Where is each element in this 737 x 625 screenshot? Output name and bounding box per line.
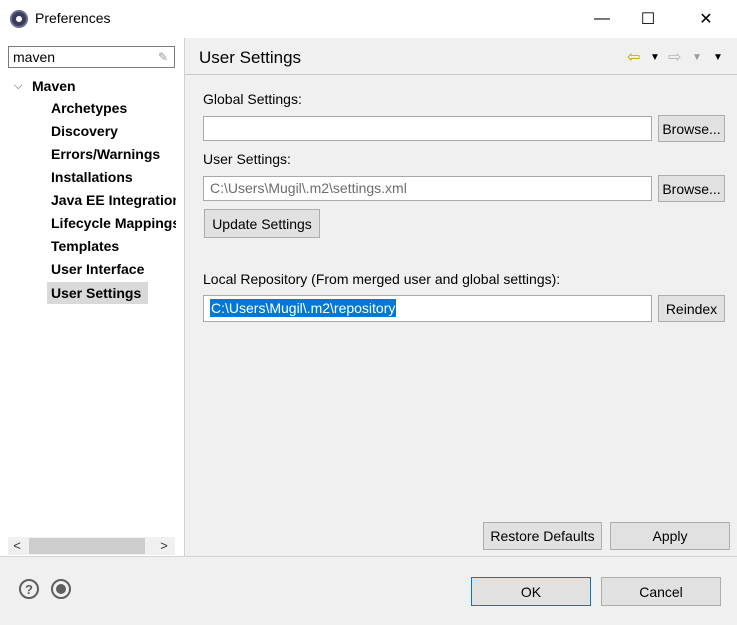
close-button[interactable]: ✕ bbox=[683, 0, 729, 38]
apply-button[interactable]: Apply bbox=[610, 522, 730, 550]
tree-item-errors-warnings[interactable]: Errors/Warnings bbox=[51, 144, 176, 164]
local-repository-label: Local Repository (From merged user and g… bbox=[203, 271, 561, 287]
global-settings-label: Global Settings: bbox=[203, 91, 302, 107]
local-repository-field[interactable]: C:\Users\Mugil\.m2\repository bbox=[203, 295, 652, 322]
restore-defaults-button[interactable]: Restore Defaults bbox=[483, 522, 602, 550]
record-dot bbox=[56, 584, 66, 594]
tree-item-user-settings[interactable]: User Settings bbox=[51, 283, 148, 303]
header-separator bbox=[185, 74, 737, 75]
ok-button[interactable]: OK bbox=[471, 577, 591, 606]
tree-item-maven[interactable]: Maven bbox=[32, 76, 76, 96]
scrollbar-thumb[interactable] bbox=[29, 538, 145, 554]
filter-input[interactable] bbox=[13, 49, 153, 65]
tree-item-discovery[interactable]: Discovery bbox=[51, 121, 176, 141]
cancel-button[interactable]: Cancel bbox=[601, 577, 721, 606]
user-settings-field[interactable]: C:\Users\Mugil\.m2\settings.xml bbox=[203, 176, 652, 201]
window-title: Preferences bbox=[35, 10, 111, 26]
forward-dropdown-icon[interactable]: ▼ bbox=[692, 49, 702, 67]
reindex-button[interactable]: Reindex bbox=[658, 295, 725, 322]
update-settings-button[interactable]: Update Settings bbox=[204, 209, 320, 238]
tree-item-lifecycle-mappings[interactable]: Lifecycle Mappings bbox=[51, 213, 176, 233]
user-browse-button[interactable]: Browse... bbox=[658, 175, 725, 202]
page-title: User Settings bbox=[199, 48, 302, 67]
forward-arrow-icon[interactable]: ⇨ bbox=[668, 49, 681, 67]
chevron-down-icon[interactable]: ⌵ bbox=[14, 80, 26, 92]
clear-filter-icon[interactable]: ✎ bbox=[158, 50, 170, 64]
tree-item-user-interface[interactable]: User Interface bbox=[51, 259, 176, 279]
eclipse-app-icon bbox=[10, 10, 28, 28]
minimize-button[interactable]: — bbox=[579, 0, 625, 38]
local-repository-value: C:\Users\Mugil\.m2\repository bbox=[210, 299, 397, 317]
scroll-left-icon[interactable]: < bbox=[8, 537, 26, 555]
scroll-right-icon[interactable]: > bbox=[155, 537, 173, 555]
view-menu-icon[interactable]: ▼ bbox=[713, 49, 723, 67]
record-icon[interactable] bbox=[51, 579, 71, 599]
help-icon[interactable]: ? bbox=[19, 579, 39, 599]
user-settings-label: User Settings: bbox=[203, 151, 291, 167]
global-browse-button[interactable]: Browse... bbox=[658, 115, 725, 142]
tree-item-archetypes[interactable]: Archetypes bbox=[51, 98, 176, 118]
global-settings-field[interactable] bbox=[203, 116, 652, 141]
maximize-button[interactable]: ☐ bbox=[625, 0, 671, 38]
filter-field[interactable]: ✎ bbox=[8, 46, 175, 68]
back-dropdown-icon[interactable]: ▼ bbox=[650, 49, 660, 67]
tree-item-installations[interactable]: Installations bbox=[51, 167, 176, 187]
back-arrow-icon[interactable]: ⇦ bbox=[627, 49, 640, 67]
tree-item-templates[interactable]: Templates bbox=[51, 236, 176, 256]
tree-item-java-ee-integration[interactable]: Java EE Integration bbox=[51, 190, 176, 210]
